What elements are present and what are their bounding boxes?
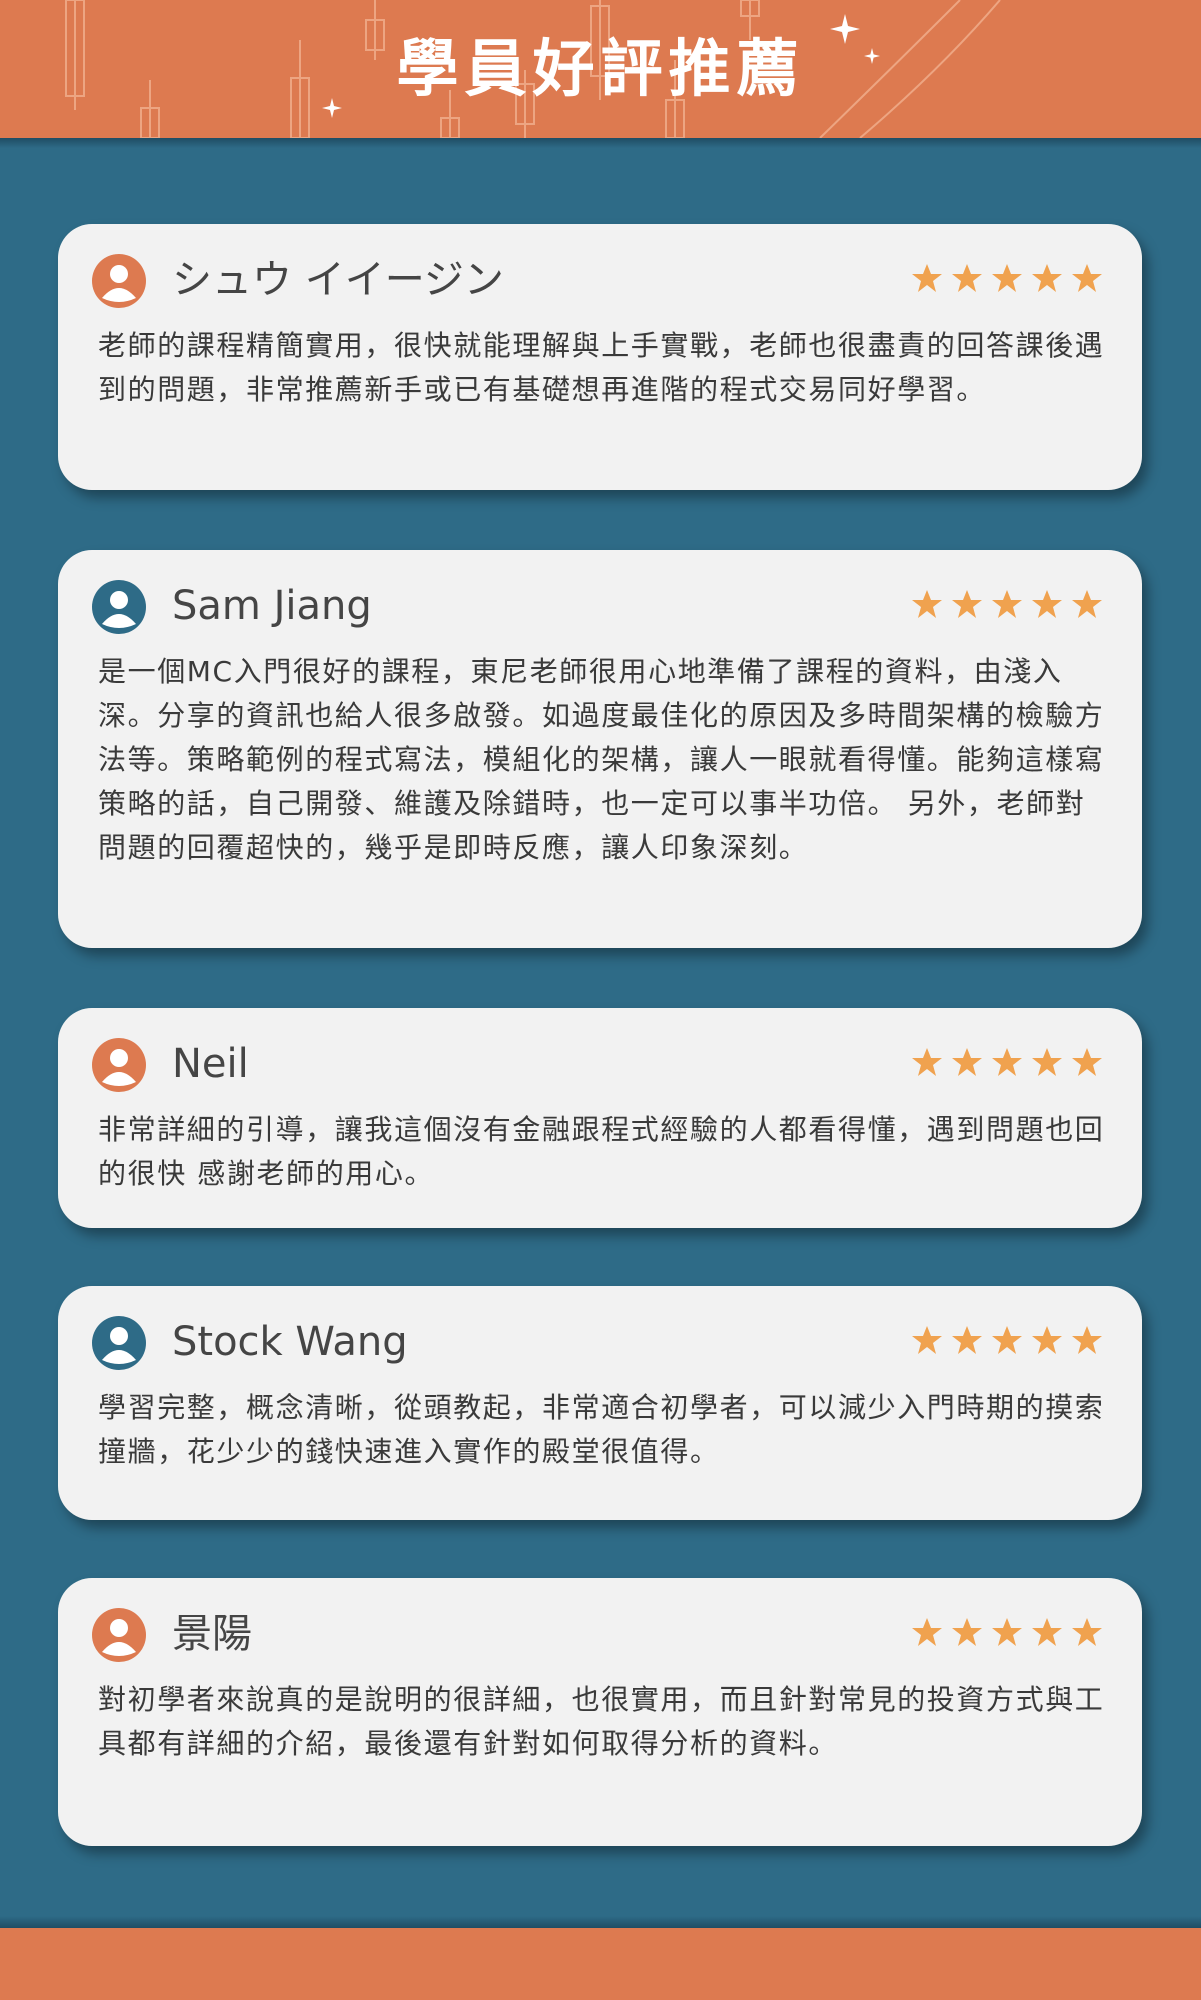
sparkle-icon xyxy=(864,48,880,64)
user-avatar-icon xyxy=(92,580,146,634)
review-card: Neil 非常詳細的引導，讓我這個沒有金融跟程式經驗的人都看得懂，遇到問題也回的… xyxy=(58,1008,1142,1228)
rating-stars-icon xyxy=(912,264,1102,292)
user-avatar-icon xyxy=(92,1038,146,1092)
header-shadow xyxy=(0,138,1201,148)
rating-stars-icon xyxy=(912,1048,1102,1076)
reviewer-name: シュウ イイージン xyxy=(172,257,504,303)
review-text: 對初學者來說真的是說明的很詳細，也很實用，而且針對常見的投資方式與工具都有詳細的… xyxy=(98,1683,1105,1760)
rating-stars-icon xyxy=(912,1326,1102,1354)
review-card: シュウ イイージン 老師的課程精簡實用，很快就能理解與上手實戰，老師也很盡責的回… xyxy=(58,224,1142,490)
user-avatar-icon xyxy=(92,254,146,308)
footer-banner xyxy=(0,1928,1201,2000)
review-text: 非常詳細的引導，讓我這個沒有金融跟程式經驗的人都看得懂，遇到問題也回的很快 感謝… xyxy=(98,1113,1105,1190)
rating-stars-icon xyxy=(912,1618,1102,1646)
review-text: 老師的課程精簡實用，很快就能理解與上手實戰，老師也很盡責的回答課後遇到的問題，非… xyxy=(98,329,1105,406)
review-card: Stock Wang 學習完整，概念清晰，從頭教起，非常適合初學者，可以減少入門… xyxy=(58,1286,1142,1520)
user-avatar-icon xyxy=(92,1316,146,1370)
review-card: Sam Jiang 是一個MC入門很好的課程，東尼老師很用心地準備了課程的資料，… xyxy=(58,550,1142,948)
user-avatar-icon xyxy=(92,1608,146,1662)
reviewer-name: Neil xyxy=(172,1041,249,1087)
review-text: 是一個MC入門很好的課程，東尼老師很用心地準備了課程的資料，由淺入深。分享的資訊… xyxy=(98,655,1105,864)
page-title: 學員好評推薦 xyxy=(396,32,805,105)
reviewer-name: Sam Jiang xyxy=(172,583,372,629)
review-card: 景陽 對初學者來說真的是說明的很詳細，也很實用，而且針對常見的投資方式與工具都有… xyxy=(58,1578,1142,1846)
sparkle-icon xyxy=(322,98,342,118)
reviewer-name: Stock Wang xyxy=(172,1319,408,1365)
sparkle-icon xyxy=(830,14,860,44)
footer-shadow xyxy=(0,1916,1201,1928)
reviewer-name: 景陽 xyxy=(172,1611,252,1657)
rating-stars-icon xyxy=(912,590,1102,618)
header-banner: 學員好評推薦 xyxy=(0,0,1201,138)
review-text: 學習完整，概念清晰，從頭教起，非常適合初學者，可以減少入門時期的摸索撞牆，花少少… xyxy=(98,1391,1105,1468)
